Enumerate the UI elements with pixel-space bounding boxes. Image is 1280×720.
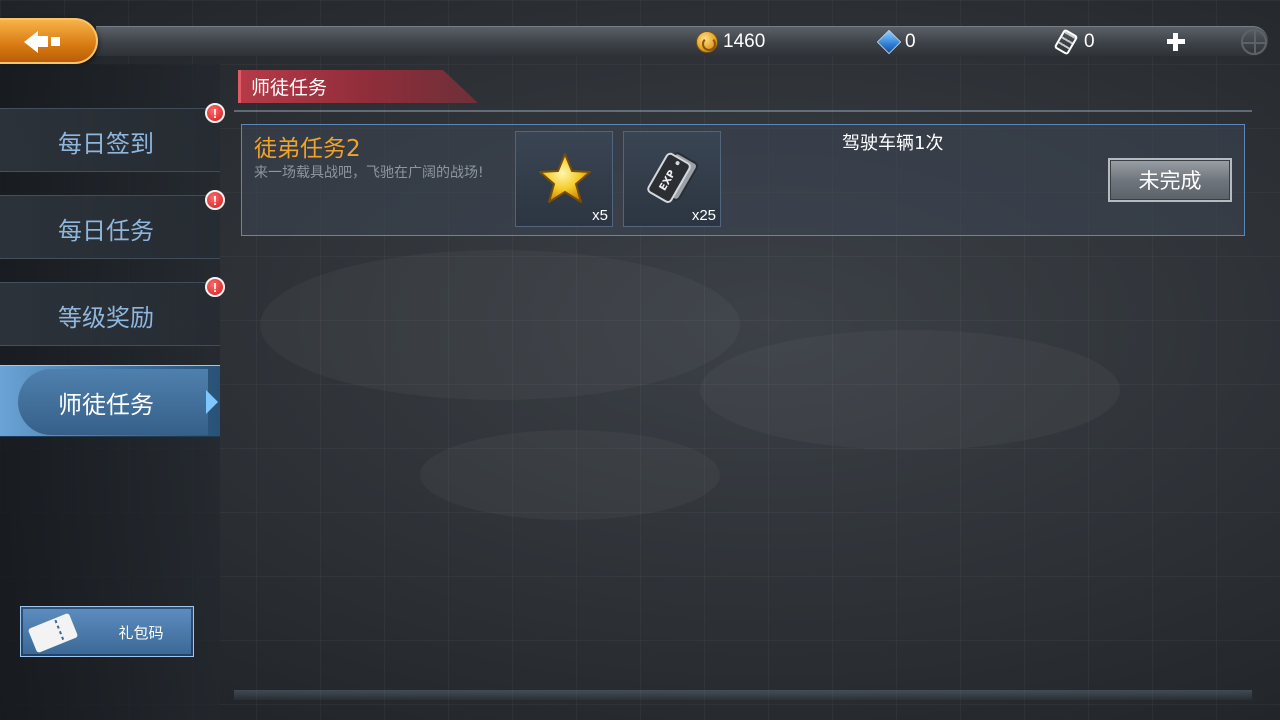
sidebar-item-mentor-tasks[interactable]: 师徒任务 bbox=[0, 365, 220, 437]
gift-code-button[interactable]: 礼包码 bbox=[20, 606, 194, 657]
reward-count: x25 bbox=[691, 207, 716, 224]
sidebar-item-label: 等级奖励 bbox=[58, 303, 154, 332]
reward-slot[interactable]: x5 bbox=[515, 131, 613, 227]
task-status-button[interactable]: 未完成 bbox=[1108, 158, 1232, 202]
divider bbox=[234, 110, 1252, 112]
task-card: 徒弟任务2 来一场载具战吧，飞驰在广阔的战场! x5 EXP x25 驾驶车辆1… bbox=[241, 124, 1245, 236]
ticket-icon bbox=[1053, 28, 1079, 56]
alert-icon: ! bbox=[205, 277, 225, 297]
star-icon bbox=[539, 153, 591, 203]
coin-value: 1460 bbox=[723, 31, 766, 52]
sidebar-item-label: 师徒任务 bbox=[58, 390, 154, 419]
alert-icon: ! bbox=[205, 103, 225, 123]
sidebar-item-label: 每日签到 bbox=[58, 129, 154, 158]
background-map-shape bbox=[700, 330, 1120, 450]
gift-code-label: 礼包码 bbox=[118, 624, 164, 642]
bottom-divider bbox=[234, 690, 1252, 700]
back-arrow-icon bbox=[24, 31, 38, 53]
gem-icon bbox=[876, 29, 902, 55]
coin-resource: 1460 bbox=[696, 28, 765, 56]
task-requirement: 驾驶车辆1次 bbox=[842, 133, 944, 154]
plus-icon[interactable] bbox=[1164, 30, 1188, 54]
reward-slot[interactable]: EXP x25 bbox=[623, 131, 721, 227]
back-button[interactable] bbox=[0, 18, 98, 64]
sidebar-item-label: 每日任务 bbox=[58, 216, 154, 245]
background-map-shape bbox=[420, 430, 720, 520]
active-arrow-icon bbox=[206, 390, 218, 414]
reward-count: x5 bbox=[592, 207, 608, 224]
sidebar-item-daily-tasks[interactable]: 每日任务 bbox=[0, 195, 220, 259]
gift-ticket-icon bbox=[27, 612, 79, 654]
gem-value: 0 bbox=[905, 31, 916, 52]
ticket-value: 0 bbox=[1084, 31, 1095, 52]
ticket-resource: 0 bbox=[1053, 28, 1095, 56]
task-description: 来一场载具战吧，飞驰在广阔的战场! bbox=[254, 165, 484, 181]
sidebar-item-daily-checkin[interactable]: 每日签到 bbox=[0, 108, 220, 172]
crosshair-icon[interactable] bbox=[1241, 29, 1267, 55]
exp-card-icon: EXP bbox=[647, 152, 699, 203]
section-tab: 师徒任务 bbox=[238, 70, 478, 103]
alert-icon: ! bbox=[205, 190, 225, 210]
task-title: 徒弟任务2 bbox=[254, 136, 361, 162]
sidebar-item-level-rewards[interactable]: 等级奖励 bbox=[0, 282, 220, 346]
background-map-shape bbox=[260, 250, 740, 400]
coin-icon bbox=[696, 31, 718, 53]
gem-resource: 0 bbox=[876, 28, 916, 56]
section-title: 师徒任务 bbox=[251, 77, 328, 99]
